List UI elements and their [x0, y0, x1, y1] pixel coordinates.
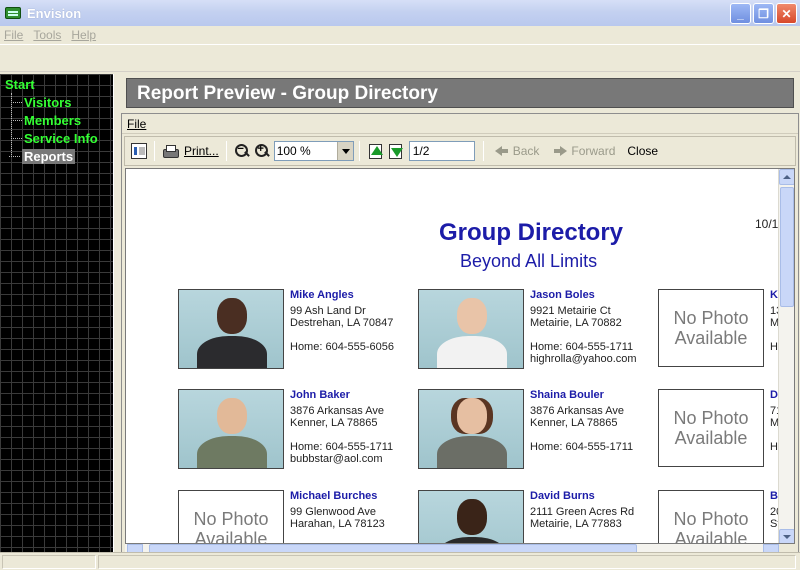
nav-item-visitors[interactable]: Visitors	[10, 95, 71, 110]
nav-item-reports[interactable]: Reports	[8, 149, 76, 164]
viewer-toolbar: Print... − + 100 % 1/2 Back Forward Clos…	[124, 136, 796, 166]
member-city: Destrehan, LA 70847	[290, 317, 394, 329]
zoom-in-icon: +	[254, 143, 270, 159]
member-city: Harahan, LA 78123	[290, 518, 385, 530]
status-panel	[2, 555, 96, 569]
title-bar: Envision _ ❐ ✕	[0, 0, 800, 26]
report-page: Group Directory Beyond All Limits 10/1 M…	[125, 168, 795, 544]
member-city: Metairie, LA 70882	[530, 317, 622, 329]
back-button[interactable]: Back	[493, 140, 542, 162]
member-name: Shaina Bouler	[530, 389, 604, 401]
member-address: 3876 Arkansas Ave	[290, 405, 384, 417]
zoom-value: 100 %	[276, 144, 311, 158]
vertical-scrollbar[interactable]	[778, 169, 794, 543]
app-icon	[5, 7, 21, 19]
member-phone: Home: 604-555-1711	[530, 441, 634, 453]
back-arrow-icon	[494, 146, 509, 156]
close-button[interactable]: Close	[625, 140, 660, 162]
menu-bar: File Tools Help	[0, 26, 800, 44]
table-of-contents-icon	[131, 143, 147, 159]
member-name: Michael Burches	[290, 490, 378, 502]
menu-help[interactable]: Help	[71, 28, 96, 42]
member-phone: Home: 604-555-1711	[290, 441, 394, 453]
status-panel	[98, 555, 796, 569]
member-card: No Photo Available De 71 Me Ho	[658, 389, 794, 471]
member-name: Mike Angles	[290, 289, 354, 301]
member-address: 3876 Arkansas Ave	[530, 405, 624, 417]
member-address: 99 Ash Land Dr	[290, 305, 366, 317]
member-card: David Burns 2111 Green Acres Rd Metairie…	[418, 490, 654, 543]
member-city: Kenner, LA 78865	[530, 417, 618, 429]
no-photo-placeholder: No Photo Available	[658, 490, 764, 543]
minimize-button[interactable]: _	[730, 3, 751, 24]
member-card: John Baker 3876 Arkansas Ave Kenner, LA …	[178, 389, 414, 471]
member-email: highrolla@yahoo.com	[530, 353, 637, 365]
zoom-select[interactable]: 100 %	[273, 141, 354, 161]
member-name: John Baker	[290, 389, 350, 401]
page-number-input[interactable]: 1/2	[408, 141, 475, 161]
member-name: Jason Boles	[530, 289, 595, 301]
zoom-in-button[interactable]: +	[252, 140, 272, 162]
menu-tools[interactable]: Tools	[33, 28, 61, 42]
vertical-scroll-thumb[interactable]	[780, 187, 794, 307]
member-photo	[418, 389, 524, 469]
page-title: Report Preview - Group Directory	[126, 78, 794, 108]
nav-item-service-info[interactable]: Service Info	[11, 131, 98, 146]
document-subtitle: Beyond All Limits	[460, 251, 598, 271]
member-city: Metairie, LA 77883	[530, 518, 622, 530]
close-window-button[interactable]: ✕	[776, 3, 797, 24]
print-button[interactable]: Print...	[160, 140, 221, 162]
page-down-icon	[387, 143, 403, 159]
zoom-out-icon: −	[234, 143, 250, 159]
member-photo	[418, 490, 524, 543]
member-address: 99 Glenwood Ave	[290, 506, 377, 518]
member-email: bubbstar@aol.com	[290, 453, 383, 465]
member-name: David Burns	[530, 490, 595, 502]
toc-button[interactable]	[129, 140, 149, 162]
member-photo	[178, 289, 284, 369]
member-card: Shaina Bouler 3876 Arkansas Ave Kenner, …	[418, 389, 654, 471]
chevron-down-icon[interactable]	[336, 142, 353, 160]
menu-file[interactable]: File	[4, 28, 23, 42]
nav-tree: Start Visitors Members Service Info Repo…	[0, 74, 113, 552]
member-phone: Home: 604-555-6056	[290, 341, 394, 353]
back-label: Back	[512, 144, 540, 158]
member-address: 9921 Metairie Ct	[530, 305, 611, 317]
nav-item-members[interactable]: Members	[10, 113, 81, 128]
window-title: Envision	[27, 5, 82, 21]
printer-icon	[162, 143, 179, 159]
print-label: Print...	[184, 144, 219, 158]
member-card: No Photo Available Bi 20 St	[658, 490, 794, 543]
nav-item-start[interactable]: Start	[5, 77, 35, 92]
member-photo	[418, 289, 524, 369]
report-viewer: File Print... − + 100 % 1/2 Back Forward…	[121, 113, 799, 555]
restore-button[interactable]: ❐	[753, 3, 774, 24]
document-date: 10/1	[755, 217, 779, 231]
scroll-up-button[interactable]	[779, 169, 794, 185]
zoom-out-button[interactable]: −	[232, 140, 252, 162]
forward-label: Forward	[571, 144, 616, 158]
member-phone: Home: 604-555-1711	[530, 341, 634, 353]
top-toolbar-strip	[0, 44, 800, 72]
member-card: Mike Angles 99 Ash Land Dr Destrehan, LA…	[178, 289, 414, 371]
document-title: Group Directory	[439, 219, 624, 246]
no-photo-placeholder: No Photo Available	[658, 389, 764, 467]
viewer-menu-file[interactable]: File	[127, 117, 146, 131]
forward-button[interactable]: Forward	[551, 140, 617, 162]
next-page-button[interactable]	[385, 140, 405, 162]
close-label: Close	[627, 144, 659, 158]
no-photo-placeholder: No Photo Available	[658, 289, 764, 367]
member-card: No Photo Available Michael Burches 99 Gl…	[178, 490, 414, 543]
member-city: Kenner, LA 78865	[290, 417, 378, 429]
previous-page-button[interactable]	[365, 140, 385, 162]
forward-arrow-icon	[553, 146, 568, 156]
member-card: Jason Boles 9921 Metairie Ct Metairie, L…	[418, 289, 654, 371]
page-up-icon	[367, 143, 383, 159]
status-bar	[0, 552, 800, 570]
member-photo	[178, 389, 284, 469]
scroll-down-button[interactable]	[779, 529, 794, 543]
member-address: 2111 Green Acres Rd	[530, 506, 635, 518]
member-card: No Photo Available Ka 13 Me Ho	[658, 289, 794, 371]
no-photo-placeholder: No Photo Available	[178, 490, 284, 543]
